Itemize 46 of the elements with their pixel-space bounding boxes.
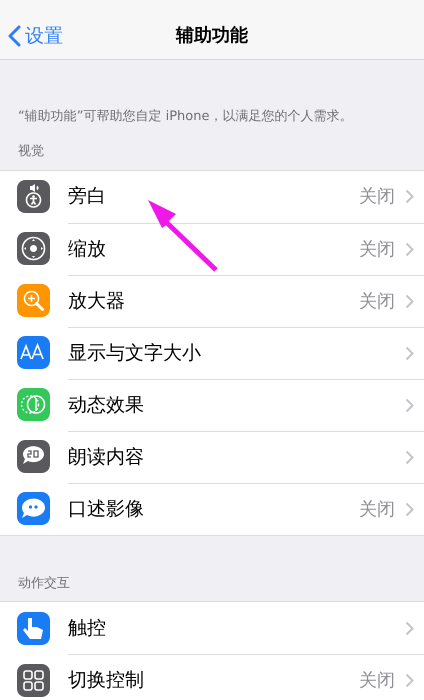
row-label: 放大器: [68, 288, 126, 314]
zoom-icon: [17, 232, 50, 265]
row-label: 缩放: [68, 236, 107, 262]
settings-row[interactable]: 缩放 关闭: [0, 222, 424, 274]
row-label: 显示与文字大小: [68, 340, 202, 366]
settings-row[interactable]: 朗读内容: [0, 430, 424, 482]
settings-row[interactable]: 口述影像 关闭: [0, 482, 424, 534]
settings-row[interactable]: 切换控制 关闭: [0, 654, 424, 700]
section-header: 动作交互: [17, 574, 71, 592]
row-label: 口述影像: [68, 496, 145, 522]
settings-row[interactable]: 触控: [0, 602, 424, 654]
chevron-icon: [405, 398, 414, 412]
chevron-icon: [405, 242, 414, 256]
row-label: 动态效果: [68, 392, 145, 418]
person-icon: [17, 180, 50, 213]
section-header: 视觉: [17, 143, 45, 161]
row-value: 关闭: [359, 185, 395, 209]
grid-icon: [17, 664, 50, 696]
chevron-icon: [405, 502, 414, 516]
row-label: 旁白: [68, 184, 107, 210]
chevron-icon: [405, 450, 414, 464]
back-chevron-icon: [8, 25, 21, 48]
chat-bubble-icon: [17, 492, 50, 525]
text-size-icon: [17, 336, 50, 369]
back-button[interactable]: 设置: [8, 22, 63, 50]
magnifier-icon: [17, 284, 50, 317]
row-value: 关闭: [359, 669, 395, 693]
row-label: 触控: [68, 616, 107, 641]
chevron-icon: [405, 189, 414, 204]
row-value: 关闭: [359, 498, 395, 522]
settings-row[interactable]: 放大器 关闭: [0, 274, 424, 326]
motion-icon: [17, 388, 50, 421]
description-text: “辅助功能”可帮助您自定 iPhone，以满足您的个人需求。: [17, 108, 354, 126]
chevron-icon: [405, 620, 414, 636]
chevron-icon: [405, 294, 414, 308]
row-label: 切换控制: [68, 668, 145, 694]
row-value: 关闭: [359, 290, 395, 314]
hand-icon: [17, 612, 50, 644]
row-value: 关闭: [359, 238, 395, 262]
speech-bubble-icon: [17, 440, 50, 473]
chevron-icon: [405, 673, 414, 688]
page-title: 辅助功能: [176, 24, 248, 48]
row-label: 朗读内容: [68, 444, 145, 470]
chevron-icon: [405, 346, 414, 360]
settings-row[interactable]: 动态效果: [0, 378, 424, 430]
settings-row[interactable]: 显示与文字大小: [0, 326, 424, 378]
